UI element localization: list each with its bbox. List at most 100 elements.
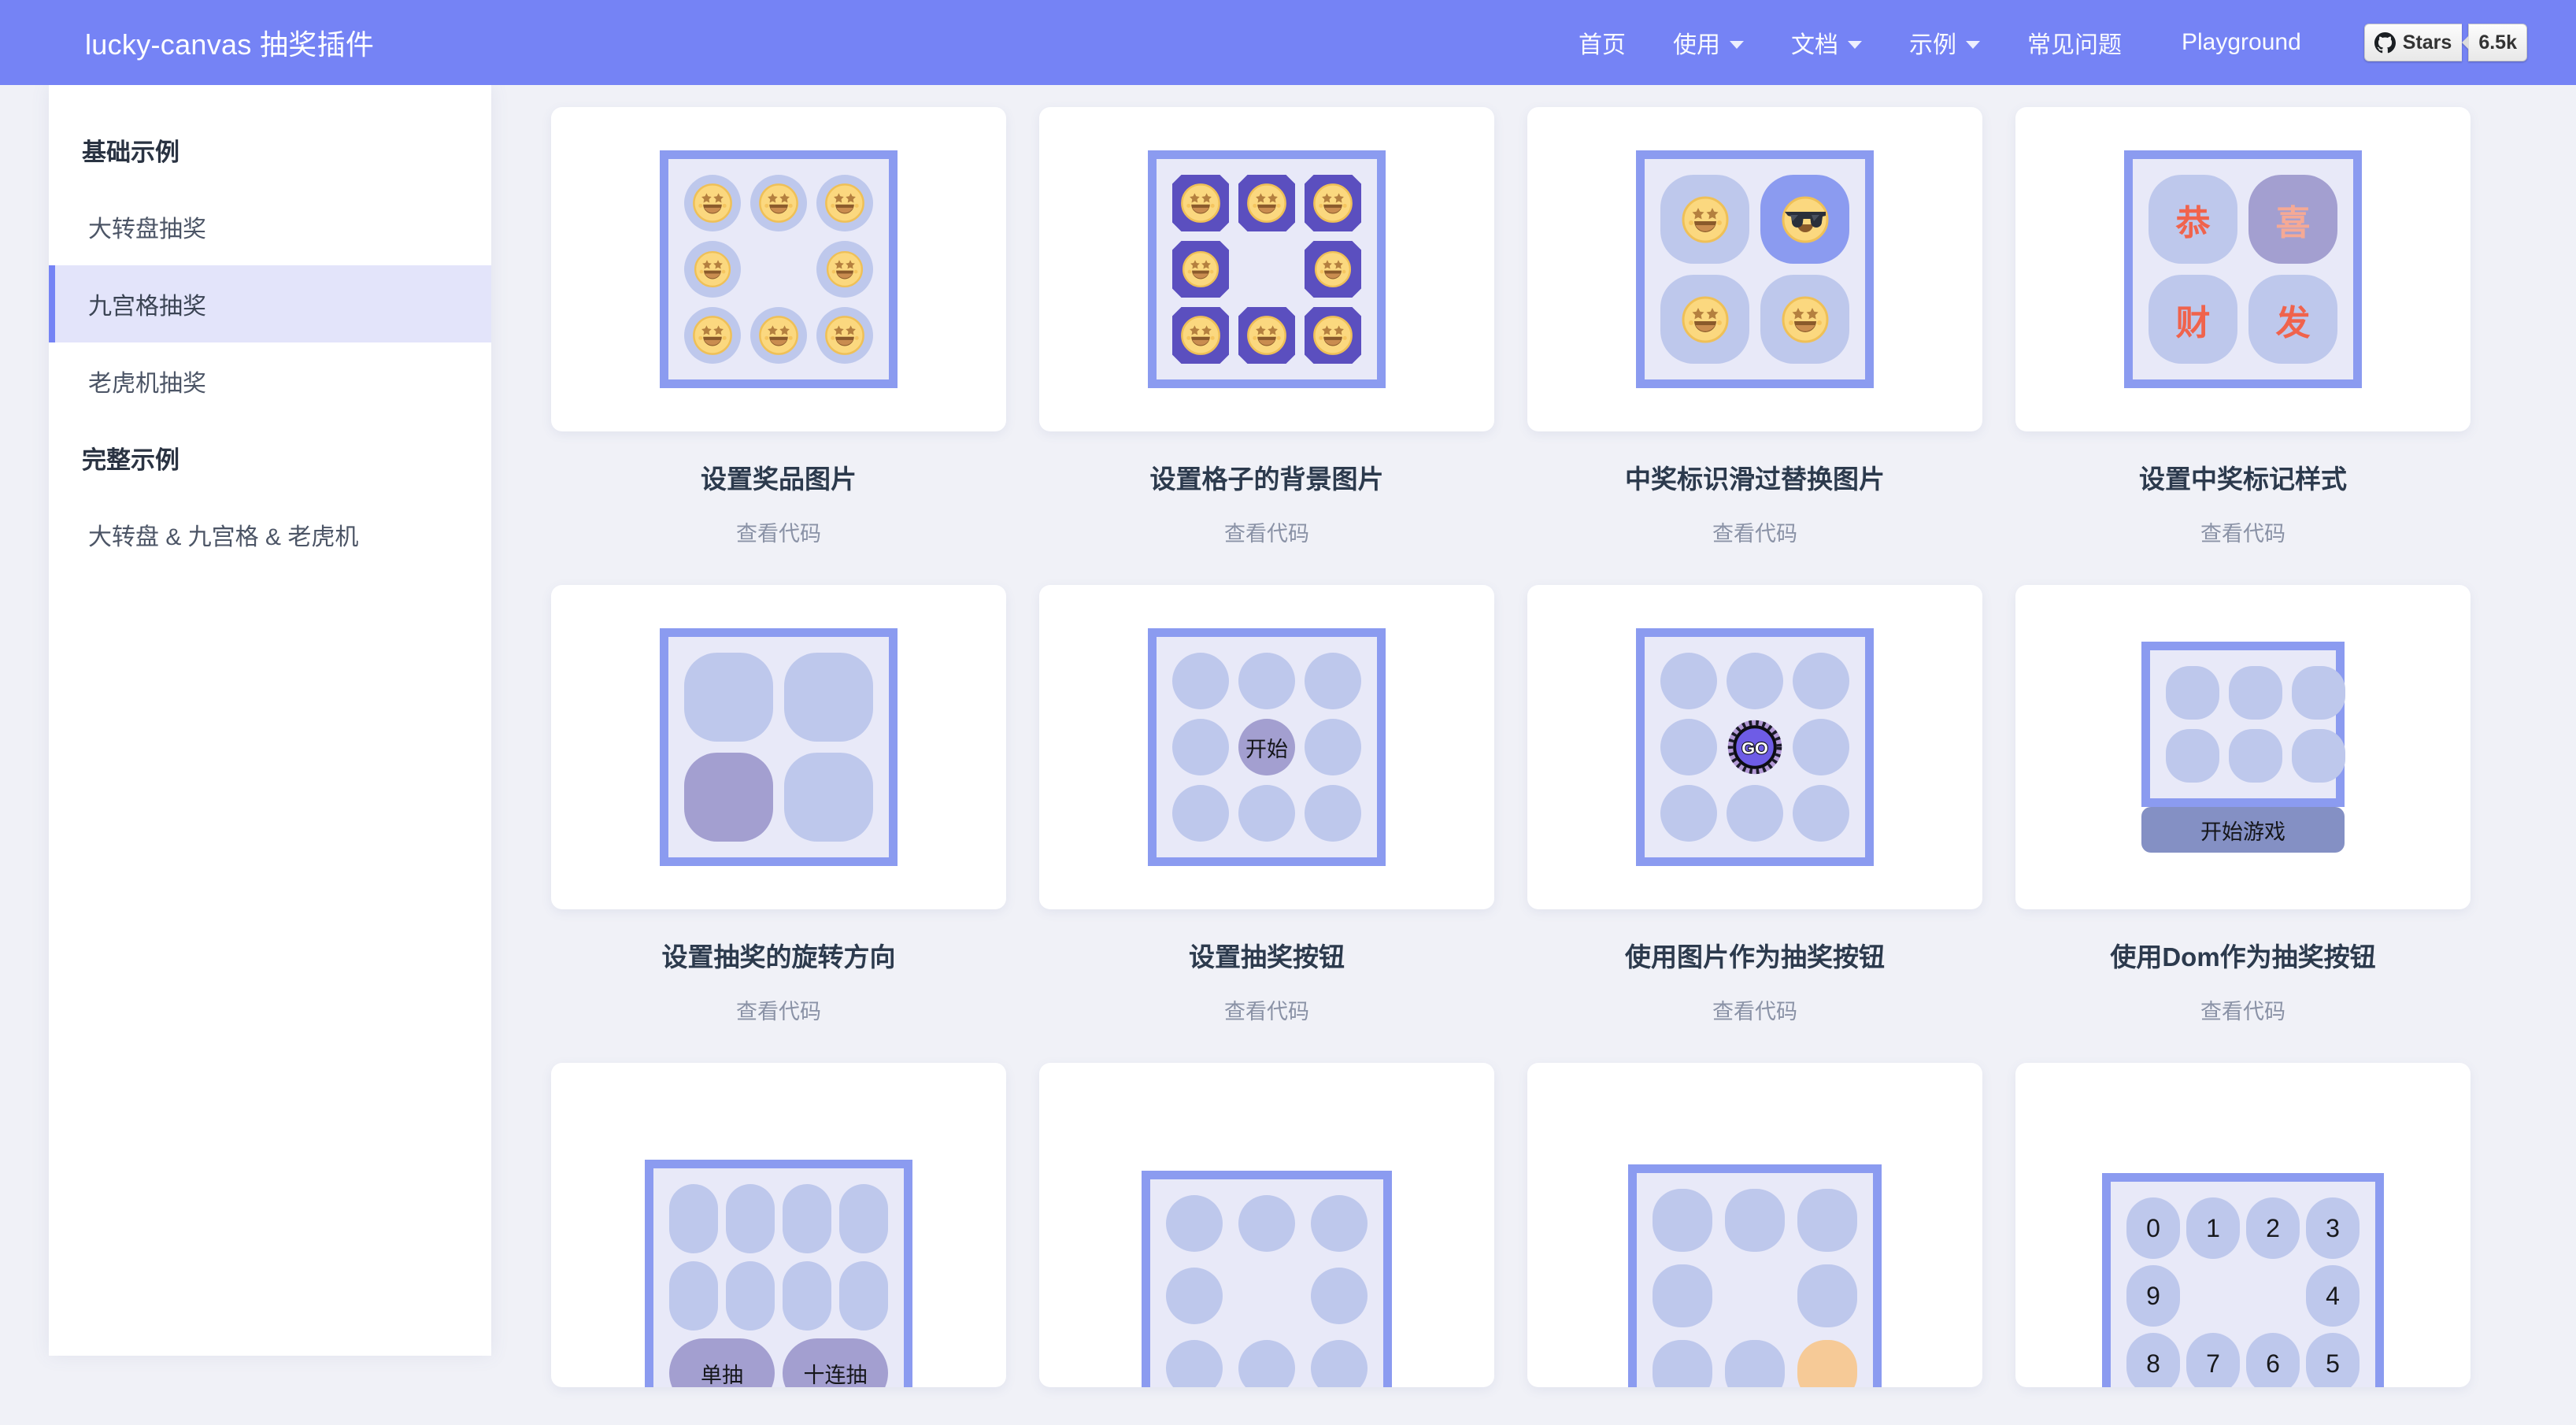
grid-cell[interactable] <box>669 1261 718 1331</box>
grid-cell[interactable] <box>1172 719 1229 775</box>
example-card-image-button[interactable]: GO 使用图片作为抽奖按钮 查看代码 <box>1527 585 1982 1063</box>
grid-cell[interactable] <box>750 175 807 231</box>
grid-cell[interactable] <box>1238 1340 1295 1387</box>
grid-cell[interactable] <box>684 241 741 298</box>
grid-cell[interactable] <box>783 1261 831 1331</box>
ten-draw-button[interactable]: 十连抽 <box>783 1338 888 1387</box>
grid-cell[interactable] <box>1172 307 1229 364</box>
example-card-rotate-direction[interactable]: 设置抽奖的旋转方向 查看代码 <box>551 585 1006 1063</box>
grid-cell[interactable] <box>1660 275 1749 364</box>
grid-cell[interactable] <box>2229 666 2282 720</box>
grid-cell[interactable]: 4 <box>2306 1265 2359 1327</box>
grid-cell[interactable] <box>750 307 807 364</box>
grid-cell-active[interactable] <box>684 753 773 842</box>
sidebar-item-grid[interactable]: 九宫格抽奖 <box>49 265 491 342</box>
grid-cell[interactable] <box>1725 1340 1785 1387</box>
grid-cell[interactable] <box>1238 307 1295 364</box>
grid-cell[interactable] <box>1760 275 1849 364</box>
grid-cell[interactable] <box>1311 1268 1368 1324</box>
view-code-link[interactable]: 查看代码 <box>1039 994 1494 1025</box>
view-code-link[interactable]: 查看代码 <box>2015 994 2471 1025</box>
view-code-link[interactable]: 查看代码 <box>1527 516 1982 547</box>
grid-cell[interactable] <box>1660 785 1717 842</box>
sidebar-item-slot[interactable]: 老虎机抽奖 <box>49 342 491 420</box>
grid-cell[interactable] <box>1305 175 1361 231</box>
sidebar-item-all[interactable]: 大转盘 & 九宫格 & 老虎机 <box>49 496 491 573</box>
grid-cell-active[interactable] <box>1760 175 1849 264</box>
grid-cell[interactable] <box>1172 175 1229 231</box>
grid-cell-highlighted[interactable] <box>1797 1340 1857 1387</box>
grid-cell[interactable] <box>1793 719 1849 775</box>
grid-cell[interactable]: 7 <box>2186 1333 2240 1387</box>
grid-cell[interactable] <box>1793 653 1849 709</box>
start-game-button[interactable]: 开始游戏 <box>2141 807 2345 853</box>
grid-cell[interactable]: 恭 <box>2149 175 2237 264</box>
grid-cell[interactable] <box>1305 307 1361 364</box>
grid-cell[interactable] <box>1172 785 1229 842</box>
nav-item-faq[interactable]: 常见问题 <box>2004 25 2145 60</box>
grid-cell[interactable] <box>684 175 741 231</box>
start-button[interactable]: 开始 <box>1238 719 1295 775</box>
grid-cell[interactable] <box>1653 1189 1712 1252</box>
grid-cell[interactable] <box>684 653 773 742</box>
sidebar-item-wheel[interactable]: 大转盘抽奖 <box>49 188 491 265</box>
grid-cell[interactable] <box>2292 666 2345 720</box>
go-button[interactable]: GO <box>1727 719 1783 775</box>
nav-item-playground[interactable]: Playground <box>2145 29 2337 56</box>
grid-cell[interactable]: 0 <box>2126 1197 2180 1259</box>
grid-cell[interactable] <box>669 1184 718 1253</box>
grid-cell[interactable] <box>1305 719 1361 775</box>
example-card-lottery-button[interactable]: 开始 设置抽奖按钮 查看代码 <box>1039 585 1494 1063</box>
grid-cell[interactable] <box>1660 653 1717 709</box>
grid-cell[interactable] <box>1172 241 1229 298</box>
grid-cell[interactable] <box>816 307 873 364</box>
grid-cell[interactable] <box>1653 1340 1712 1387</box>
grid-cell[interactable] <box>1238 785 1295 842</box>
grid-cell[interactable]: 9 <box>2126 1265 2180 1327</box>
grid-cell[interactable]: 5 <box>2306 1333 2359 1387</box>
grid-cell[interactable] <box>1727 785 1783 842</box>
grid-cell[interactable] <box>1238 1195 1295 1252</box>
nav-item-docs[interactable]: 文档 <box>1767 25 1886 60</box>
grid-cell[interactable] <box>816 241 873 298</box>
grid-cell[interactable]: 2 <box>2246 1197 2300 1259</box>
grid-cell[interactable] <box>1305 241 1361 298</box>
view-code-link[interactable]: 查看代码 <box>2015 516 2471 547</box>
view-code-link[interactable]: 查看代码 <box>1039 516 1494 547</box>
grid-cell[interactable] <box>839 1184 888 1253</box>
example-card-circle-cells[interactable] <box>1039 1063 1494 1425</box>
grid-cell[interactable] <box>1727 653 1783 709</box>
example-card-cell-background[interactable]: 设置格子的背景图片 查看代码 <box>1039 107 1494 585</box>
nav-item-home[interactable]: 首页 <box>1555 25 1649 60</box>
grid-cell[interactable] <box>1238 653 1295 709</box>
grid-cell[interactable] <box>684 307 741 364</box>
grid-cell[interactable]: 财 <box>2149 275 2237 364</box>
grid-cell[interactable] <box>784 753 873 842</box>
single-draw-button[interactable]: 单抽 <box>669 1338 775 1387</box>
grid-cell[interactable] <box>1660 175 1749 264</box>
grid-cell[interactable] <box>1793 785 1849 842</box>
grid-cell[interactable] <box>1166 1195 1223 1252</box>
example-card-hover-swap[interactable]: 中奖标识滑过替换图片 查看代码 <box>1527 107 1982 585</box>
grid-cell[interactable] <box>1166 1268 1223 1324</box>
grid-cell[interactable] <box>839 1261 888 1331</box>
example-card-win-mark-style[interactable]: 恭 喜 财 发 设置中奖标记样式 查看代码 <box>2015 107 2471 585</box>
view-code-link[interactable]: 查看代码 <box>1527 994 1982 1025</box>
github-stars-badge[interactable]: Stars 6.5k <box>2363 24 2527 61</box>
grid-cell[interactable] <box>784 653 873 742</box>
grid-cell[interactable]: 3 <box>2306 1197 2359 1259</box>
grid-cell[interactable] <box>1238 175 1295 231</box>
grid-cell[interactable] <box>1305 785 1361 842</box>
grid-cell[interactable] <box>1311 1340 1368 1387</box>
grid-cell[interactable] <box>1797 1189 1857 1252</box>
github-stars-count[interactable]: 6.5k <box>2468 24 2527 61</box>
example-card-numbered-cells[interactable]: 0 1 2 3 9 4 8 7 6 5 <box>2015 1063 2471 1425</box>
grid-cell[interactable] <box>726 1184 775 1253</box>
grid-cell[interactable] <box>1172 653 1229 709</box>
grid-cell[interactable] <box>726 1261 775 1331</box>
grid-cell[interactable]: 6 <box>2246 1333 2300 1387</box>
nav-item-examples[interactable]: 示例 <box>1886 25 2004 60</box>
grid-cell-active[interactable]: 喜 <box>2248 175 2337 264</box>
example-card-prize-image[interactable]: 设置奖品图片 查看代码 <box>551 107 1006 585</box>
grid-cell[interactable] <box>816 175 873 231</box>
